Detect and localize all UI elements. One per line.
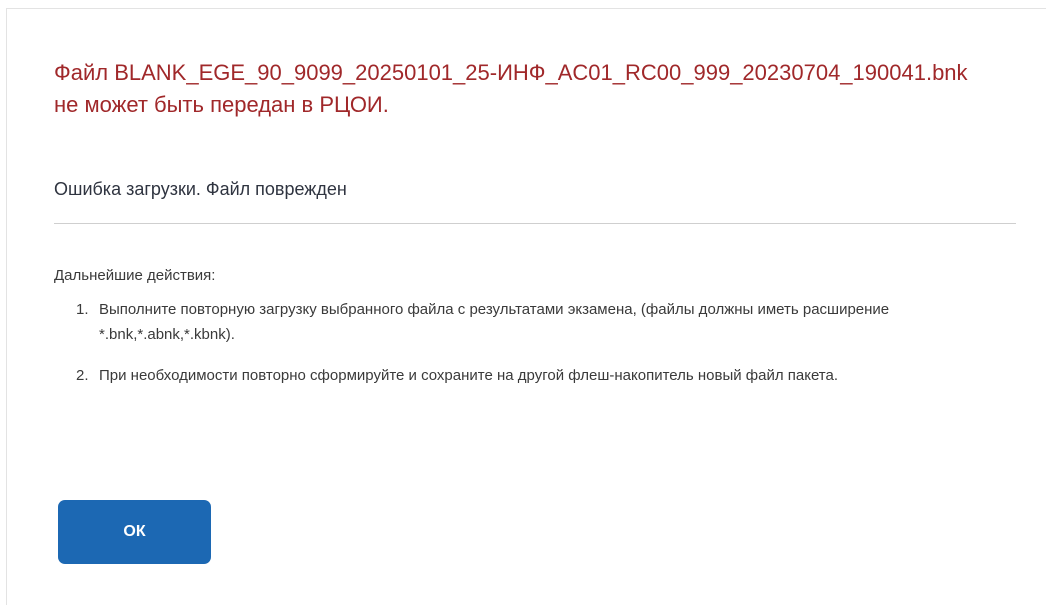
step-item: 1. Выполните повторную загрузку выбранно… (63, 297, 983, 347)
ok-button[interactable]: ОК (58, 500, 211, 564)
step-number: 1. (76, 301, 89, 318)
error-title: Файл BLANK_EGE_90_9099_20250101_25-ИНФ_A… (54, 60, 968, 117)
step-item: 2. При необходимости повторно сформируйт… (63, 363, 983, 388)
next-actions-label: Дальнейшие действия: (54, 267, 216, 284)
step-text: При необходимости повторно сформируйте и… (99, 367, 839, 384)
step-number: 2. (76, 367, 89, 384)
error-subtitle: Ошибка загрузки. Файл поврежден (54, 179, 347, 199)
step-text: Выполните повторную загрузку выбранного … (99, 301, 890, 343)
steps-list: 1. Выполните повторную загрузку выбранно… (63, 297, 983, 404)
error-dialog: Файл BLANK_EGE_90_9099_20250101_25-ИНФ_A… (6, 8, 1046, 605)
divider (54, 223, 1016, 224)
